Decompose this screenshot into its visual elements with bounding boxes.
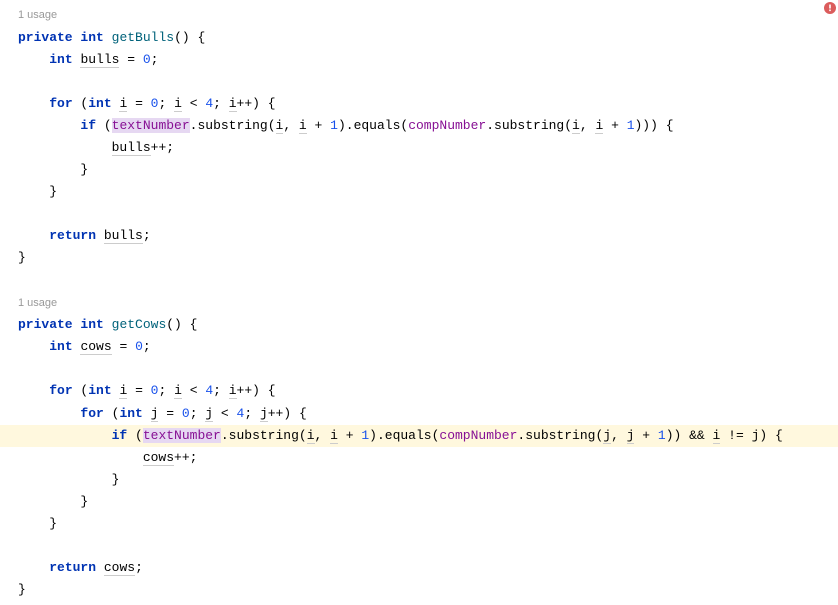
blank-line <box>18 270 838 292</box>
error-icon <box>824 2 836 14</box>
variable: i <box>229 383 237 399</box>
number-literal: 0 <box>135 339 143 354</box>
code-line[interactable]: } <box>18 491 838 513</box>
method-call: substring <box>229 428 299 443</box>
code-line[interactable]: for (int i = 0; i < 4; i++) { <box>18 380 838 402</box>
code-line[interactable]: return bulls; <box>18 225 838 247</box>
keyword-type: int <box>88 96 111 111</box>
usage-hint-1[interactable]: 1 usage <box>18 6 838 25</box>
keyword-type: int <box>80 317 103 332</box>
variable: bulls <box>104 228 143 244</box>
code-line[interactable]: if (textNumber.substring(i, i + 1).equal… <box>18 115 838 137</box>
variable: bulls <box>80 52 119 68</box>
number-literal: 1 <box>361 428 369 443</box>
method-name: getBulls <box>112 30 174 45</box>
blank-line <box>18 71 838 93</box>
variable: i <box>299 118 307 134</box>
code-line[interactable]: for (int i = 0; i < 4; i++) { <box>18 93 838 115</box>
code-line[interactable]: } <box>18 247 838 269</box>
code-line[interactable]: } <box>18 579 838 601</box>
code-line[interactable]: } <box>18 513 838 535</box>
field: compNumber <box>408 118 486 133</box>
keyword-type: int <box>49 52 72 67</box>
keyword: if <box>112 428 128 443</box>
number-literal: 4 <box>205 383 213 398</box>
keyword: for <box>49 383 72 398</box>
variable: i <box>330 428 338 444</box>
keyword: return <box>49 560 96 575</box>
code-line[interactable]: } <box>18 181 838 203</box>
method-call: equals <box>354 118 401 133</box>
variable: cows <box>104 560 135 576</box>
method-call: substring <box>525 428 595 443</box>
blank-line <box>18 203 838 225</box>
variable: j <box>205 406 213 422</box>
code-line[interactable]: for (int j = 0; j < 4; j++) { <box>18 403 838 425</box>
variable: i <box>229 96 237 112</box>
code-line[interactable]: bulls++; <box>18 137 838 159</box>
blank-line <box>18 358 838 380</box>
variable: cows <box>143 450 174 466</box>
keyword-type: int <box>88 383 111 398</box>
number-literal: 1 <box>330 118 338 133</box>
variable: i <box>307 428 315 444</box>
field-highlighted: textNumber <box>112 118 190 133</box>
code-line[interactable]: } <box>18 469 838 491</box>
code-line[interactable]: return cows; <box>18 557 838 579</box>
code-line[interactable]: cows++; <box>18 447 838 469</box>
field-highlighted: textNumber <box>143 428 221 443</box>
code-line[interactable]: private int getBulls() { <box>18 27 838 49</box>
code-line[interactable]: int cows = 0; <box>18 336 838 358</box>
code-line[interactable]: int bulls = 0; <box>18 49 838 71</box>
number-literal: 0 <box>143 52 151 67</box>
number-literal: 1 <box>658 428 666 443</box>
number-literal: 0 <box>182 406 190 421</box>
variable: j <box>603 428 611 444</box>
keyword: if <box>80 118 96 133</box>
blank-line <box>18 535 838 557</box>
method-call: substring <box>197 118 267 133</box>
field: compNumber <box>439 428 517 443</box>
number-literal: 1 <box>627 118 635 133</box>
number-literal: 4 <box>205 96 213 111</box>
variable: bulls <box>112 140 151 156</box>
code-line[interactable]: } <box>18 159 838 181</box>
code-editor[interactable]: 1 usage private int getBulls() { int bul… <box>0 0 838 605</box>
keyword: return <box>49 228 96 243</box>
keyword: private <box>18 30 73 45</box>
variable: j <box>260 406 268 422</box>
method-call: substring <box>494 118 564 133</box>
usage-hint-2[interactable]: 1 usage <box>18 294 838 313</box>
keyword-type: int <box>119 406 142 421</box>
method-name: getCows <box>112 317 167 332</box>
keyword: private <box>18 317 73 332</box>
keyword: for <box>49 96 72 111</box>
keyword-type: int <box>80 30 103 45</box>
code-line-highlighted[interactable]: if (textNumber.substring(i, i + 1).equal… <box>0 425 838 447</box>
variable: i <box>174 383 182 399</box>
keyword: for <box>80 406 103 421</box>
code-line[interactable]: private int getCows() { <box>18 314 838 336</box>
variable: cows <box>80 339 111 355</box>
variable: i <box>174 96 182 112</box>
variable: i <box>572 118 580 134</box>
keyword-type: int <box>49 339 72 354</box>
method-call: equals <box>385 428 432 443</box>
